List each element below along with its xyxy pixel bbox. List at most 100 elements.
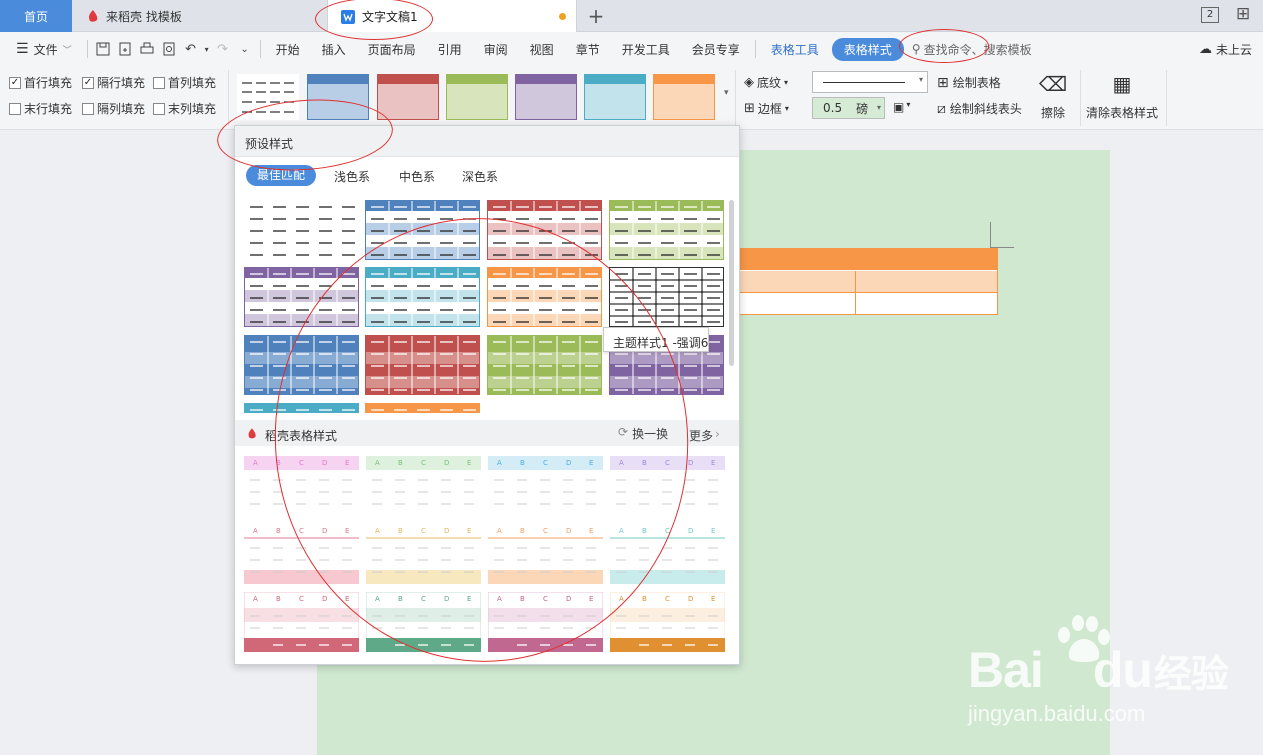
ribbon-style-red[interactable] (377, 74, 439, 120)
ribbon-style-orange[interactable] (653, 74, 715, 120)
menu-section[interactable]: 章节 (565, 41, 611, 58)
column-letter: D (322, 595, 328, 603)
chevron-down-icon: ▾ (918, 75, 923, 84)
more-label: 更多 (689, 429, 714, 443)
table-row (739, 270, 997, 292)
shading-label: 底纹 (757, 76, 782, 90)
draw-table-button[interactable]: ⊞ 绘制表格 (937, 74, 1001, 91)
filter-light[interactable]: 浅色系 (334, 168, 370, 185)
menu-table-style[interactable]: 表格样式 (831, 37, 904, 61)
checkbox-icon (153, 76, 165, 89)
chevron-down-icon[interactable]: ▾ (202, 38, 212, 60)
unsaved-dot-icon (559, 13, 566, 20)
checkbox-header-row-fill[interactable]: ✓ 首行填充 (9, 74, 72, 91)
cloud-status[interactable]: ☁ 未上云 (1199, 41, 1252, 58)
checkbox-icon (153, 102, 165, 115)
watermark-brand-du: du (1092, 642, 1153, 698)
watermark-url: jingyan.baidu.com (968, 701, 1146, 726)
clear-style-label: 清除表格样式 (1085, 106, 1158, 120)
checkbox-icon: ✓ (82, 76, 94, 89)
checkbox-label: 首列填充 (168, 76, 217, 90)
print-preview-icon[interactable] (158, 38, 180, 60)
erase-button[interactable]: ⌫ 擦除 (1038, 72, 1068, 121)
customize-quick-access-icon[interactable]: ⌄ (234, 38, 256, 60)
menu-member[interactable]: 会员专享 (681, 41, 751, 58)
column-letter: D (688, 527, 694, 535)
diagonal-header-icon: ⧄ (937, 100, 946, 117)
preset-style-tile[interactable] (244, 200, 359, 260)
tab-daoke-label: 来稻壳 找模板 (106, 9, 182, 24)
save-icon[interactable] (92, 38, 114, 60)
filter-medium[interactable]: 中色系 (399, 168, 435, 185)
column-letter: A (253, 595, 258, 603)
chevron-down-icon[interactable]: ▾ (877, 103, 881, 112)
tab-daoke[interactable]: 来稻壳 找模板 (74, 0, 314, 32)
column-letter: C (299, 595, 304, 603)
menu-view[interactable]: 视图 (519, 41, 565, 58)
column-letter: D (688, 595, 694, 603)
hamburger-icon: ☰ (16, 41, 29, 57)
checkbox-label: 末列填充 (168, 102, 217, 116)
checkbox-last-column-fill[interactable]: 末列填充 (153, 100, 216, 117)
table-header-row (739, 249, 997, 270)
menu-references[interactable]: 引用 (427, 41, 473, 58)
undo-icon[interactable]: ↶ (180, 38, 202, 60)
menu-start[interactable]: 开始 (265, 41, 311, 58)
chevron-down-icon: ﹀ (62, 45, 72, 56)
menu-table-tools[interactable]: 表格工具 (760, 41, 830, 58)
preset-style-tile[interactable] (609, 200, 724, 260)
scrollbar-thumb[interactable] (729, 200, 734, 366)
chevron-down-icon: ▾ (906, 100, 911, 109)
more-button[interactable]: 更多 › (689, 427, 720, 444)
checkbox-label: 隔列填充 (97, 102, 146, 116)
daoke-style-tile[interactable]: ABCDE (610, 592, 725, 652)
table-row (739, 292, 997, 314)
line-width-dropdown[interactable]: 0.5 磅 (812, 97, 885, 119)
checkbox-icon (9, 102, 21, 115)
column-letter: C (665, 595, 670, 603)
export-pdf-icon[interactable] (114, 38, 136, 60)
menu-bar: ☰ 文件 ﹀ ↶ ▾ ↷ ⌄ 开始 插入 页面布局 引用 审阅 视图 章节 开发… (0, 32, 1263, 66)
paint-bucket-icon: ◈ (744, 75, 754, 90)
ribbon-style-aqua[interactable] (584, 74, 646, 120)
document-table[interactable] (738, 248, 998, 315)
pen-color-icon: ▣ (893, 100, 905, 114)
apps-grid-icon[interactable]: ⊞ (1236, 4, 1250, 24)
checkbox-label: 末行填充 (24, 102, 73, 116)
shading-button[interactable]: ◈ 底纹 ▾ (744, 74, 788, 91)
line-style-dropdown[interactable]: ▾ (812, 71, 928, 93)
pen-color-button[interactable]: ▣ ▾ (893, 100, 910, 114)
window-layout-icon[interactable]: 2 (1201, 7, 1219, 23)
tab-bar: 首页 来稻壳 找模板 文字文稿1 + 2 ⊞ (0, 0, 1263, 33)
draw-diagonal-header-button[interactable]: ⧄ 绘制斜线表头 (937, 100, 1022, 117)
menu-insert[interactable]: 插入 (311, 41, 357, 58)
menu-page-layout[interactable]: 页面布局 (357, 41, 427, 58)
menu-developer[interactable]: 开发工具 (611, 41, 681, 58)
column-letter: E (711, 595, 716, 603)
border-label: 边框 (757, 102, 782, 116)
checkbox-icon: ✓ (9, 76, 21, 89)
chevron-down-icon: ▾ (784, 104, 789, 113)
gallery-expand-icon[interactable]: ▾ (724, 88, 729, 98)
tab-home[interactable]: 首页 (0, 0, 72, 32)
filter-dark[interactable]: 深色系 (462, 168, 498, 185)
checkbox-last-row-fill[interactable]: 末行填充 (9, 100, 72, 117)
erase-label: 擦除 (1040, 106, 1065, 120)
clear-table-style-button[interactable]: ▦ 清除表格样式 (1085, 72, 1159, 121)
redo-icon[interactable]: ↷ (212, 38, 234, 60)
daoke-logo-icon (89, 10, 98, 22)
checkbox-banded-columns[interactable]: 隔列填充 (82, 100, 145, 117)
ribbon-style-green[interactable] (446, 74, 508, 120)
column-letter: E (711, 527, 716, 535)
column-letter: A (253, 459, 258, 467)
border-button[interactable]: ⊞ 边框 ▾ (744, 100, 789, 117)
checkbox-first-column-fill[interactable]: 首列填充 (153, 74, 216, 91)
ribbon-style-purple[interactable] (515, 74, 577, 120)
new-tab-button[interactable]: + (584, 2, 608, 30)
menu-review[interactable]: 审阅 (473, 41, 519, 58)
column-letter: A (253, 527, 258, 535)
print-icon[interactable] (136, 38, 158, 60)
clear-style-icon: ▦ (1112, 72, 1132, 96)
file-menu[interactable]: ☰ 文件 ﹀ (0, 41, 83, 58)
checkbox-banded-rows[interactable]: ✓ 隔行填充 (82, 74, 145, 91)
